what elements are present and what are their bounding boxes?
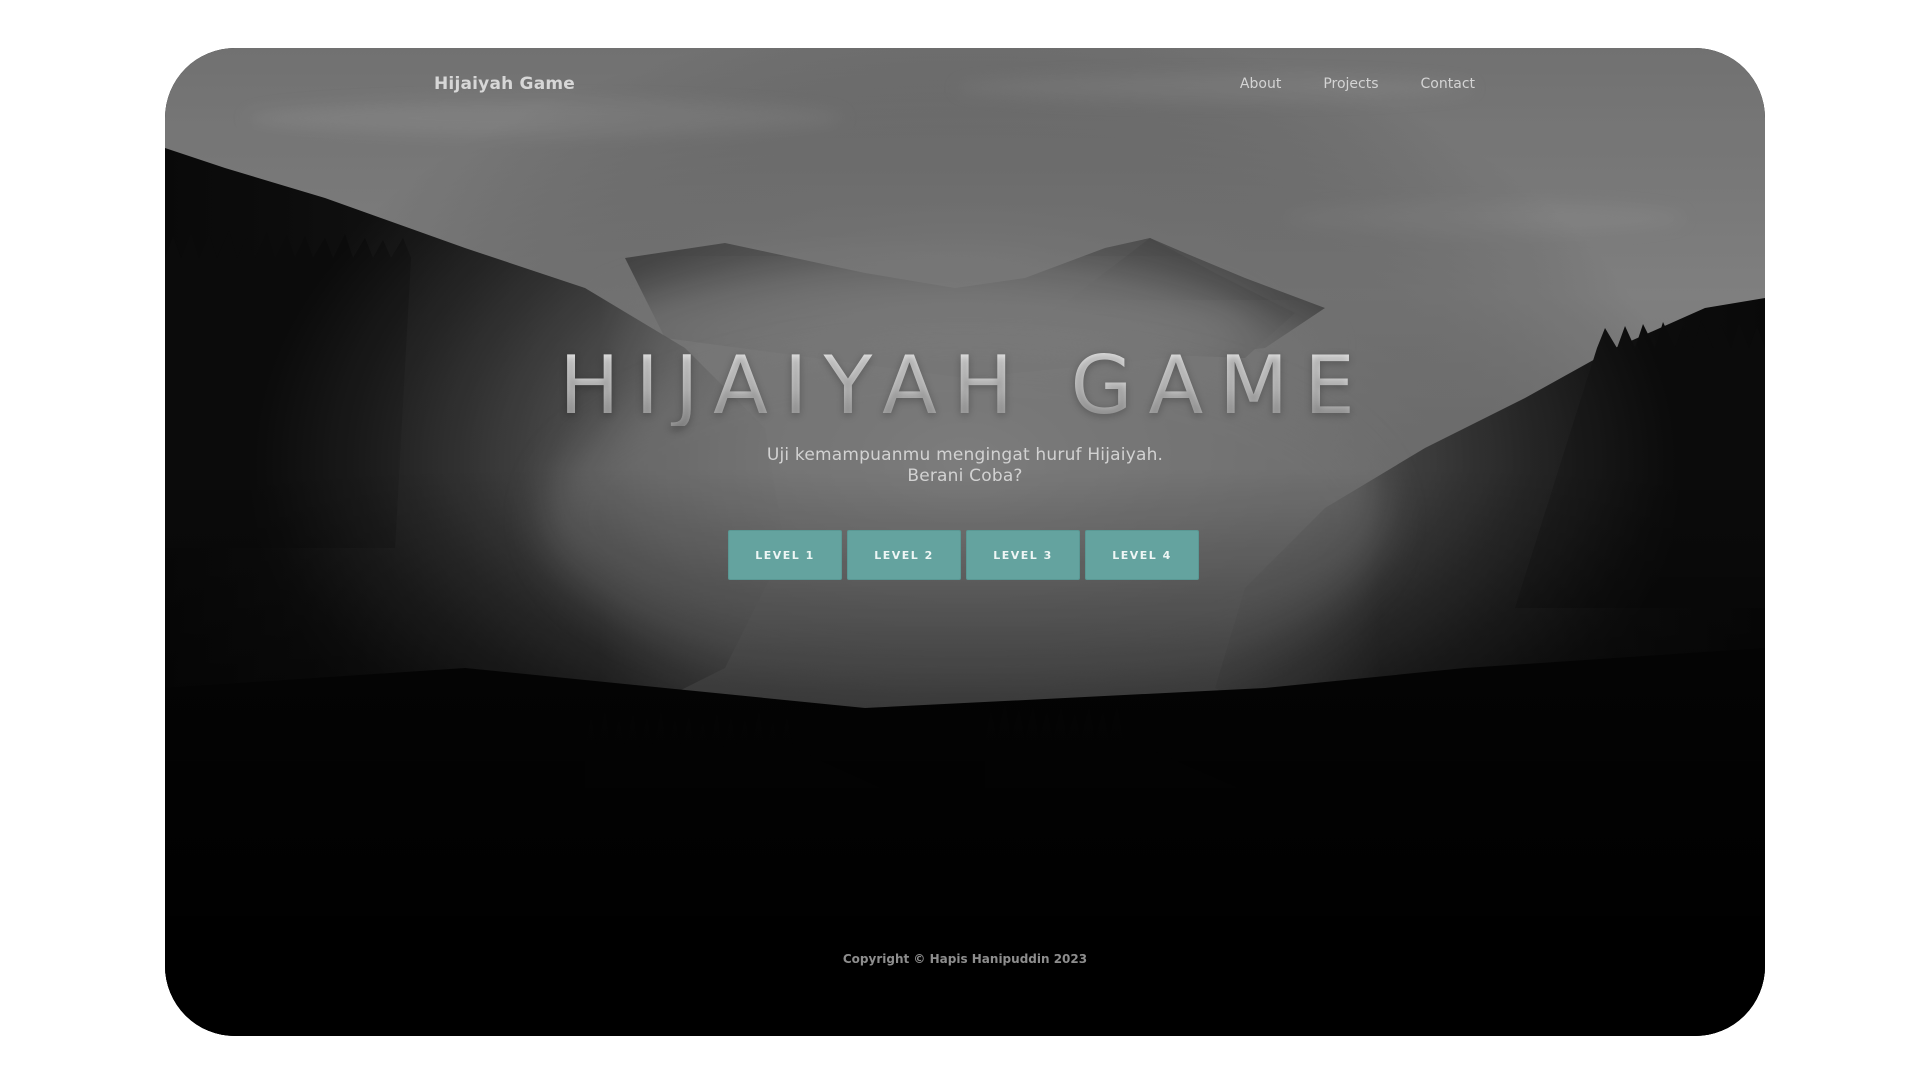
nav-link-projects[interactable]: Projects (1323, 76, 1378, 92)
brand-logo-text[interactable]: Hijaiyah Game (434, 74, 575, 94)
hero-subtitle-line-1: Uji kemampuanmu mengingat huruf Hijaiyah… (766, 445, 1164, 465)
level-4-button[interactable]: LEVEL 4 (1085, 530, 1199, 580)
level-2-button[interactable]: LEVEL 2 (847, 530, 961, 580)
level-button-group: LEVEL 1 LEVEL 2 LEVEL 3 LEVEL 4 (728, 530, 1199, 580)
nav-links: About Projects Contact (1240, 76, 1475, 92)
nav-link-contact[interactable]: Contact (1421, 76, 1475, 92)
top-navbar: Hijaiyah Game About Projects Contact (165, 48, 1765, 124)
hero-subtitle-line-2: Berani Coba? (907, 466, 1023, 486)
app-window: Hijaiyah Game About Projects Contact HIJ… (165, 48, 1765, 1036)
level-3-button[interactable]: LEVEL 3 (966, 530, 1080, 580)
hero-title: HIJAIYAH GAME (165, 346, 1765, 426)
footer-copyright: Copyright © Hapis Hanipuddin 2023 (842, 952, 1088, 966)
level-1-button[interactable]: LEVEL 1 (728, 530, 842, 580)
nav-link-about[interactable]: About (1240, 76, 1281, 92)
